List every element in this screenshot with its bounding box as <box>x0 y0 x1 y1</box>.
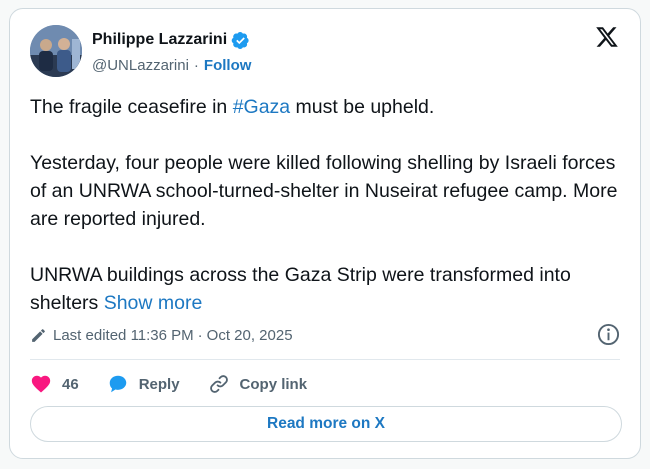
read-more-button[interactable]: Read more on X <box>30 406 622 442</box>
reply-label: Reply <box>138 375 180 393</box>
avatar[interactable] <box>30 25 82 77</box>
author-handle[interactable]: @UNLazzarini <box>92 57 189 74</box>
author-block: Philippe Lazzarini @UNLazzarini · Follow <box>92 29 251 74</box>
verified-badge-icon <box>231 31 249 49</box>
link-icon <box>209 375 228 393</box>
follow-button[interactable]: Follow <box>204 57 252 74</box>
copy-link-button[interactable]: Copy link <box>208 373 308 395</box>
tweet-time: 11:36 PM <box>130 326 194 344</box>
reply-button[interactable]: Reply <box>107 373 180 395</box>
tweet-text: The fragile ceasefire in #Gaza must be u… <box>30 93 630 317</box>
handle-separator: · <box>193 57 199 74</box>
tweet-paragraph-2: Yesterday, four people were killed follo… <box>30 152 618 230</box>
show-more-link[interactable]: Show more <box>104 292 203 314</box>
tweet-timestamp[interactable]: Last edited 11:36 PM · Oct 20, 2025 <box>30 324 293 346</box>
x-logo-icon[interactable] <box>594 25 620 49</box>
pencil-icon <box>32 328 45 342</box>
gaza-hashtag-link[interactable]: #Gaza <box>233 96 290 118</box>
action-bar: 46 Reply Copy link <box>30 369 307 399</box>
copy-link-label: Copy link <box>239 375 308 393</box>
like-button[interactable]: 46 <box>30 373 107 395</box>
tweet-paragraph-1: The fragile ceasefire in #Gaza must be u… <box>30 96 435 118</box>
speech-bubble-icon <box>109 375 126 393</box>
tweet-card: Philippe Lazzarini @UNLazzarini · Follow… <box>9 8 641 459</box>
tweet-paragraph-3: UNRWA buildings across the Gaza Strip we… <box>30 264 571 314</box>
meta-separator: · <box>197 326 203 344</box>
like-count: 46 <box>62 375 79 393</box>
edited-label: Last edited <box>53 326 127 344</box>
author-name[interactable]: Philippe Lazzarini <box>92 31 227 49</box>
heart-icon <box>31 375 51 393</box>
info-icon[interactable] <box>597 323 620 346</box>
divider <box>30 359 620 360</box>
avatar-photo <box>30 25 82 77</box>
tweet-date: Oct 20, 2025 <box>206 326 293 344</box>
